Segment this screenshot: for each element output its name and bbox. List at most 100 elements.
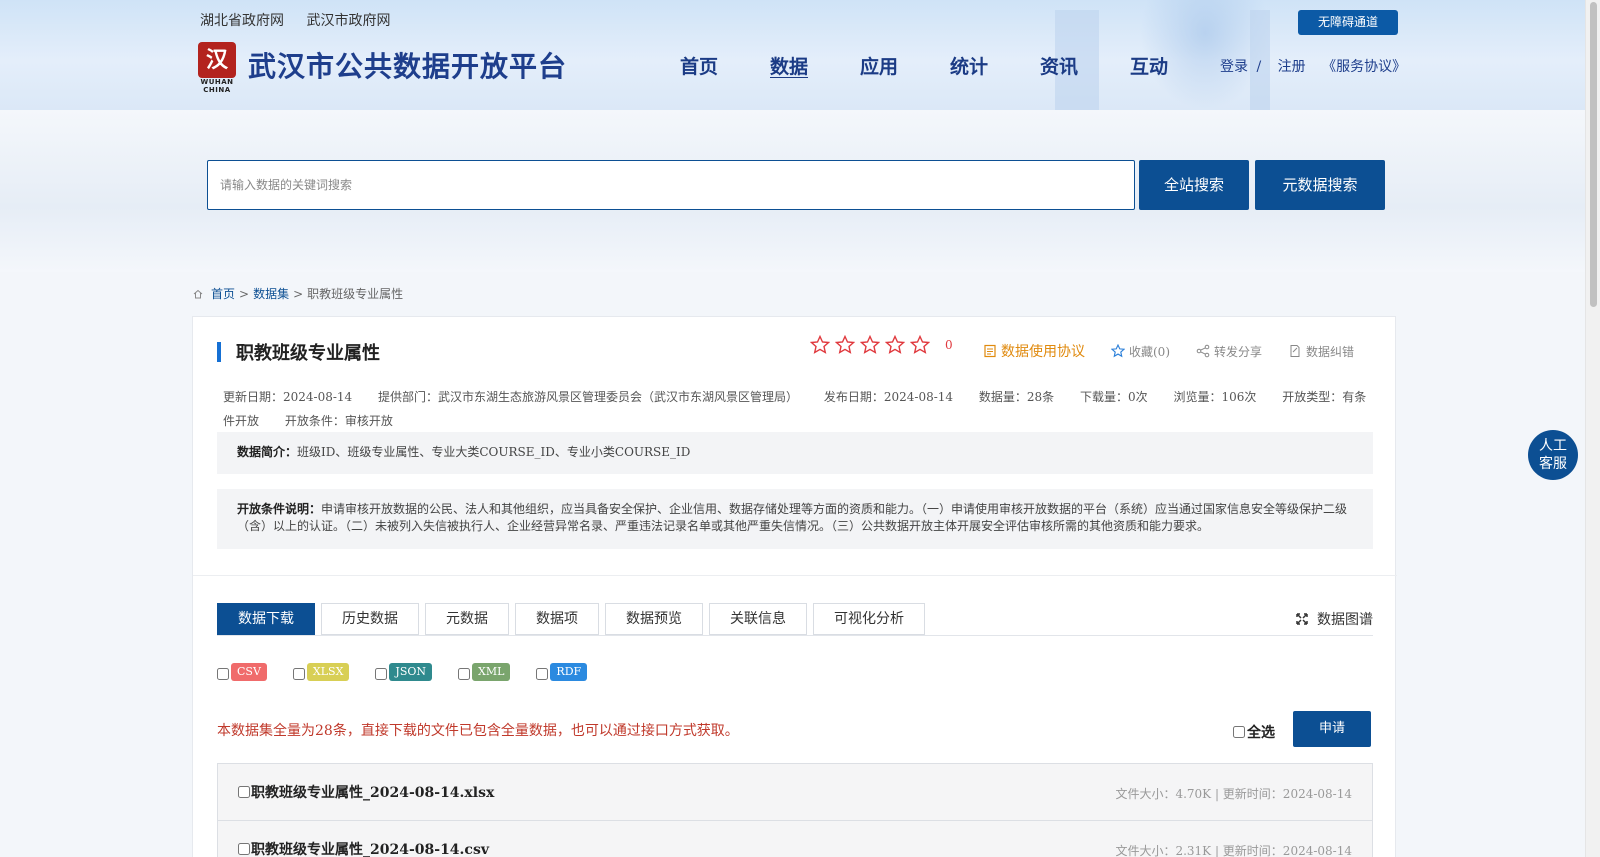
format-xlsx[interactable]: XLSX — [292, 663, 350, 681]
file-checkbox[interactable] — [238, 843, 250, 855]
meta-update-date: 更新日期：2024-08-14 — [223, 390, 353, 404]
format-checkbox[interactable] — [375, 668, 388, 680]
wuhan-gov-link[interactable]: 武汉市政府网 — [306, 13, 390, 29]
tab-underline — [217, 635, 1373, 636]
login-link[interactable]: 登录 — [1220, 59, 1248, 75]
star-outline-icon — [1111, 344, 1125, 358]
tab-preview[interactable]: 数据预览 — [605, 603, 703, 635]
dataset-card: 职教班级专业属性 0 数据使用协议 收藏(0) 转发分享 数据纠错 更新日期：2… — [192, 316, 1397, 857]
condition-label: 开放条件说明： — [237, 502, 322, 516]
service-agreement-link[interactable]: 《服务协议》 — [1322, 59, 1406, 75]
breadcrumb-dataset[interactable]: 数据集 — [253, 285, 289, 302]
dataset-title: 职教班级专业属性 — [236, 343, 380, 364]
document-icon — [984, 344, 996, 358]
condition-text: 申请审核开放数据的公民、法人和其他组织，应当具备安全保护、企业信用、数据存储处理… — [237, 502, 1348, 533]
site-logo[interactable]: 汉 WUHAN CHINA 武汉市公共数据开放平台 — [198, 42, 568, 94]
meta-downloads: 下载量：0次 — [1080, 390, 1148, 404]
hubei-gov-link[interactable]: 湖北省政府网 — [200, 13, 284, 29]
rating-stars: 0 — [810, 335, 953, 355]
file-row[interactable]: 职教班级专业属性_2024-08-14.csv 文件大小：2.31K | 更新时… — [218, 821, 1372, 857]
select-all-checkbox[interactable] — [1233, 726, 1245, 738]
favorite-button[interactable]: 收藏(0) — [1111, 343, 1170, 360]
apply-button[interactable]: 申请 — [1293, 711, 1371, 747]
login-separator: / — [1256, 59, 1262, 75]
correction-button[interactable]: 数据纠错 — [1288, 343, 1354, 360]
page-scrollbar[interactable] — [1585, 0, 1600, 857]
select-all[interactable]: 全选 — [1233, 722, 1275, 742]
format-checkbox[interactable] — [217, 668, 229, 680]
breadcrumb-current: 职教班级专业属性 — [307, 287, 404, 301]
meta-data-count: 数据量：28条 — [978, 390, 1055, 404]
tab-history[interactable]: 历史数据 — [321, 603, 419, 635]
star-icon[interactable] — [860, 335, 880, 355]
star-icon[interactable] — [810, 335, 830, 355]
file-checkbox[interactable] — [238, 786, 250, 798]
tab-data-items[interactable]: 数据项 — [515, 603, 599, 635]
format-csv[interactable]: CSV — [217, 663, 267, 681]
metadata-search-button[interactable]: 元数据搜索 — [1255, 160, 1385, 210]
gov-links: 湖北省政府网 武汉市政府网 — [200, 10, 408, 30]
customer-service-button[interactable]: 人工 客服 — [1528, 430, 1578, 480]
section-divider — [193, 575, 1397, 576]
file-name[interactable]: 职教班级专业属性_2024-08-14.csv — [251, 839, 489, 857]
meta-views: 浏览量：106次 — [1173, 390, 1257, 404]
nav-apps[interactable]: 应用 — [860, 52, 950, 79]
nav-interaction[interactable]: 互动 — [1130, 52, 1220, 79]
format-rdf[interactable]: RDF — [536, 663, 588, 681]
breadcrumb: 首页 > 数据集 > 职教班级专业属性 — [193, 285, 403, 302]
file-name[interactable]: 职教班级专业属性_2024-08-14.xlsx — [251, 782, 494, 802]
tab-download[interactable]: 数据下载 — [217, 603, 315, 635]
tab-related[interactable]: 关联信息 — [709, 603, 807, 635]
meta-provider: 提供部门：武汉市东湖生态旅游风景区管理委员会（武汉市东湖风景区管理局） — [378, 390, 799, 404]
star-icon[interactable] — [835, 335, 855, 355]
dataset-meta: 更新日期：2024-08-14 提供部门：武汉市东湖生态旅游风景区管理委员会（武… — [223, 385, 1373, 433]
condition-box: 开放条件说明：申请审核开放数据的公民、法人和其他组织，应当具备安全保护、企业信用… — [217, 489, 1373, 549]
data-agreement-link[interactable]: 数据使用协议 — [983, 341, 1085, 361]
data-graph-link[interactable]: 数据图谱 — [1295, 609, 1373, 629]
register-link[interactable]: 注册 — [1278, 59, 1306, 75]
wuhan-emblem-icon: 汉 WUHAN CHINA — [198, 42, 236, 94]
summary-label: 数据简介： — [237, 445, 298, 459]
format-checkbox[interactable] — [292, 668, 305, 680]
file-row[interactable]: 职教班级专业属性_2024-08-14.xlsx 文件大小：4.70K | 更新… — [218, 764, 1372, 821]
main-nav: 首页 数据 应用 统计 资讯 互动 — [680, 52, 1220, 79]
format-filters: CSV XLSX JSON XML RDF — [217, 663, 613, 681]
file-list: 职教班级专业属性_2024-08-14.xlsx 文件大小：4.70K | 更新… — [217, 763, 1373, 857]
meta-open-condition: 开放条件：审核开放 — [284, 414, 393, 428]
format-checkbox[interactable] — [536, 668, 549, 680]
meta-publish-date: 发布日期：2024-08-14 — [823, 390, 954, 404]
breadcrumb-home[interactable]: 首页 — [211, 285, 235, 302]
expand-icon — [1296, 613, 1308, 625]
format-checkbox[interactable] — [458, 668, 471, 680]
title-accent — [217, 342, 221, 362]
nav-stats[interactable]: 统计 — [950, 52, 1040, 79]
summary-box: 数据简介：班级ID、班级专业属性、专业大类COURSE_ID、专业小类COURS… — [217, 432, 1373, 474]
edit-document-icon — [1290, 345, 1300, 357]
site-title: 武汉市公共数据开放平台 — [248, 50, 568, 83]
tab-metadata[interactable]: 元数据 — [425, 603, 509, 635]
accessible-channel-button[interactable]: 无障碍通道 — [1298, 10, 1398, 35]
file-info: 文件大小：2.31K | 更新时间：2024-08-14 — [1115, 844, 1352, 857]
dataset-tabs: 数据下载 历史数据 元数据 数据项 数据预览 关联信息 可视化分析 — [217, 603, 931, 635]
nav-home[interactable]: 首页 — [680, 52, 770, 79]
download-notice: 本数据集全量为28条，直接下载的文件已包含全量数据，也可以通过接口方式获取。 — [217, 723, 739, 739]
star-icon[interactable] — [885, 335, 905, 355]
format-xml[interactable]: XML — [458, 663, 511, 681]
home-icon — [193, 289, 203, 298]
dataset-title-bar: 职教班级专业属性 — [217, 339, 380, 365]
share-button[interactable]: 转发分享 — [1196, 343, 1262, 360]
scrollbar-thumb[interactable] — [1590, 2, 1597, 307]
file-info: 文件大小：4.70K | 更新时间：2024-08-14 — [1115, 787, 1352, 801]
nav-data[interactable]: 数据 — [770, 52, 860, 79]
site-search-button[interactable]: 全站搜索 — [1139, 160, 1249, 210]
dataset-actions: 数据使用协议 收藏(0) 转发分享 数据纠错 — [983, 341, 1380, 361]
format-json[interactable]: JSON — [375, 663, 433, 681]
tab-visualization[interactable]: 可视化分析 — [813, 603, 925, 635]
star-icon[interactable] — [910, 335, 930, 355]
search-input[interactable]: 请输入数据的关键词搜索 — [207, 160, 1135, 210]
summary-text: 班级ID、班级专业属性、专业大类COURSE_ID、专业小类COURSE_ID — [297, 445, 691, 459]
user-links: 登录 / 注册 《服务协议》 — [1220, 56, 1410, 76]
nav-news[interactable]: 资讯 — [1040, 52, 1130, 79]
share-icon — [1196, 344, 1210, 358]
rating-count: 0 — [945, 338, 953, 352]
